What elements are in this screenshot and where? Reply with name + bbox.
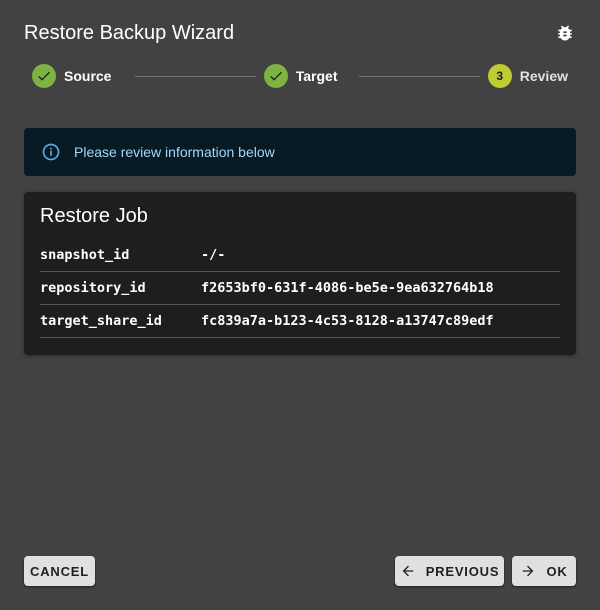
wizard-stepper: Source Target 3 Review <box>32 63 568 89</box>
row-value: f2653bf0-631f-4086-be5e-9ea632764b18 <box>201 271 560 305</box>
table-row: target_share_id fc839a7a-b123-4c53-8128-… <box>40 304 560 338</box>
row-value: -/- <box>201 239 560 272</box>
previous-button[interactable]: PREVIOUS <box>395 556 504 586</box>
info-icon <box>40 141 62 163</box>
arrow-right-icon <box>520 563 536 579</box>
dialog-header: Restore Backup Wizard <box>24 18 576 48</box>
ok-button-label: OK <box>546 563 568 579</box>
arrow-left-icon <box>400 563 416 579</box>
dialog-footer: CANCEL PREVIOUS OK <box>24 556 576 586</box>
card-title: Restore Job <box>40 205 148 227</box>
step-number-badge: 3 <box>487 64 512 88</box>
step-connector <box>359 75 480 77</box>
check-icon <box>263 64 288 88</box>
cancel-button-label: CANCEL <box>30 563 89 579</box>
step-connector <box>135 75 256 77</box>
step-source[interactable]: Source <box>32 64 111 88</box>
restore-backup-dialog: Restore Backup Wizard Source Target 3 Re… <box>0 0 600 610</box>
ok-button[interactable]: OK <box>512 556 576 586</box>
previous-button-label: PREVIOUS <box>425 563 500 579</box>
step-target[interactable]: Target <box>263 64 338 88</box>
row-key: target_share_id <box>40 304 201 338</box>
table-row: snapshot_id -/- <box>40 239 560 272</box>
step-review[interactable]: 3 Review <box>487 64 568 88</box>
row-value: fc839a7a-b123-4c53-8128-a13747c89edf <box>201 304 560 338</box>
row-key: snapshot_id <box>40 239 201 272</box>
step-label-review: Review <box>519 68 568 84</box>
cancel-button[interactable]: CANCEL <box>24 556 95 586</box>
step-label-target: Target <box>295 68 338 84</box>
restore-job-table: snapshot_id -/- repository_id f2653bf0-6… <box>40 239 560 338</box>
table-row: repository_id f2653bf0-631f-4086-be5e-9e… <box>40 271 560 305</box>
row-key: repository_id <box>40 271 201 305</box>
navigation-buttons: PREVIOUS OK <box>395 556 576 586</box>
info-alert: Please review information below <box>24 128 576 176</box>
alert-message: Please review information below <box>74 144 275 160</box>
check-icon <box>32 64 56 88</box>
dialog-title: Restore Backup Wizard <box>24 21 235 44</box>
bug-icon[interactable] <box>554 22 576 44</box>
restore-job-card: Restore Job snapshot_id -/- repository_i… <box>24 192 576 355</box>
step-label-source: Source <box>64 68 112 84</box>
